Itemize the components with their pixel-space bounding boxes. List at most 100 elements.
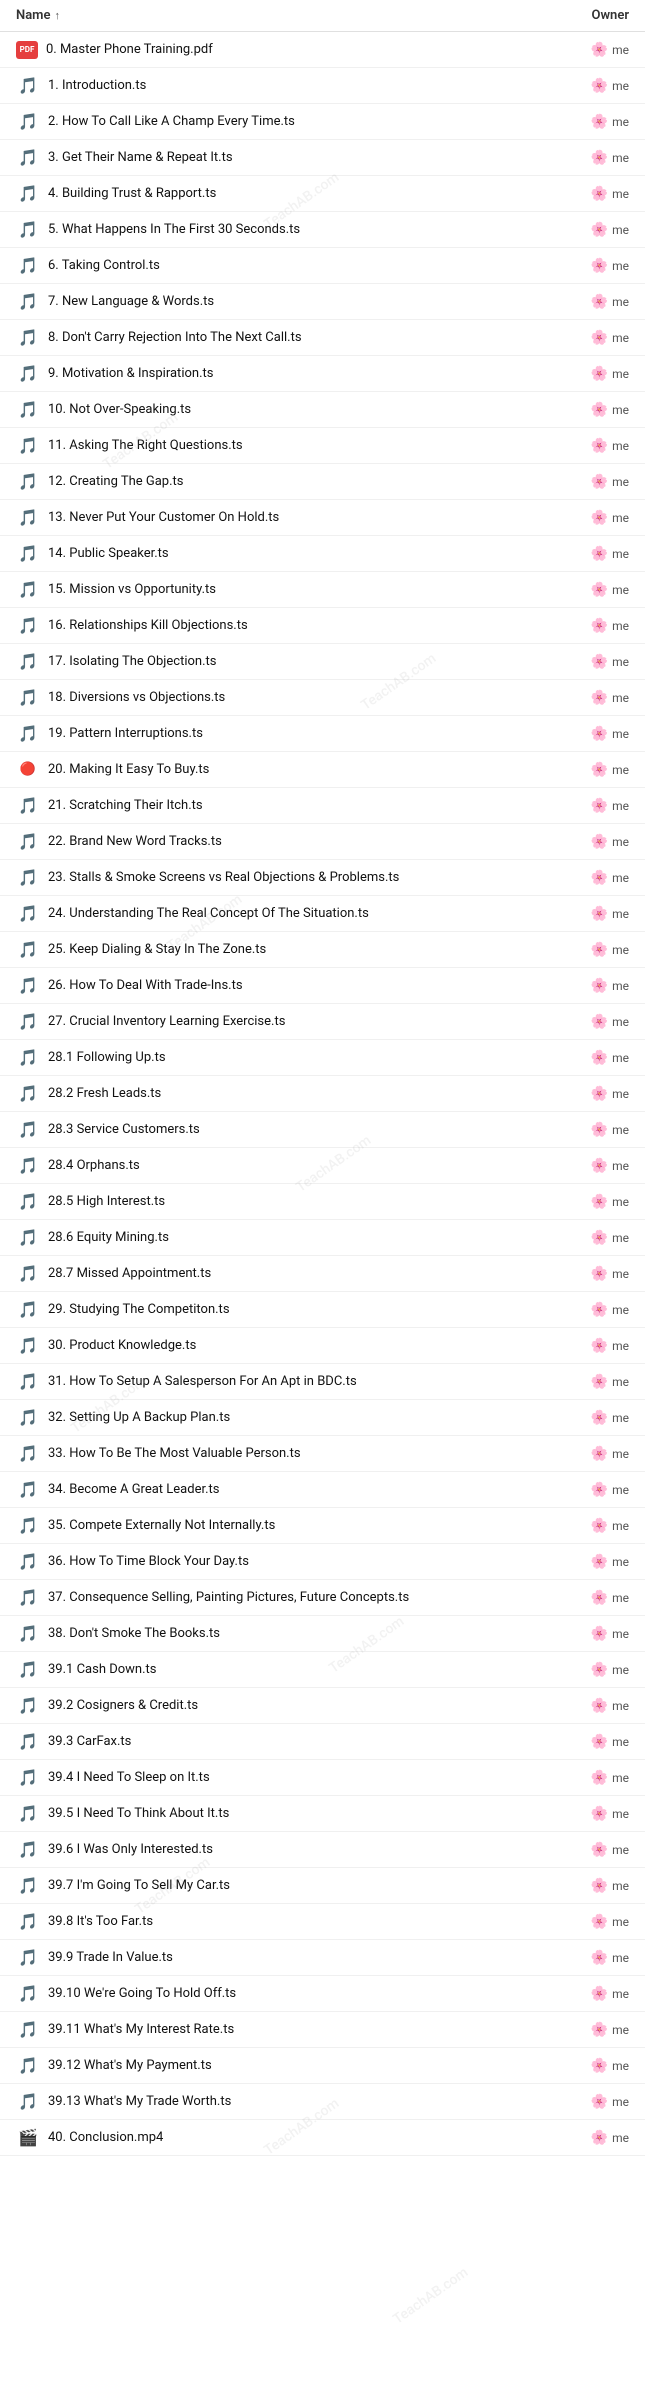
- owner-area: 🌸me: [569, 978, 629, 994]
- table-row[interactable]: 🎵32. Setting Up A Backup Plan.ts🌸me: [0, 1400, 645, 1436]
- table-row[interactable]: 🎵39.4 I Need To Sleep on It.ts🌸me: [0, 1760, 645, 1796]
- table-row[interactable]: 🎵39.13 What's My Trade Worth.ts🌸me: [0, 2084, 645, 2120]
- table-row[interactable]: 🎵13. Never Put Your Customer On Hold.ts🌸…: [0, 500, 645, 536]
- table-row[interactable]: 🎵39.11 What's My Interest Rate.ts🌸me: [0, 2012, 645, 2048]
- table-row[interactable]: 🎵39.8 It's Too Far.ts🌸me: [0, 1904, 645, 1940]
- table-row[interactable]: 🎵12. Creating The Gap.ts🌸me: [0, 464, 645, 500]
- owner-avatar-icon: 🌸: [591, 1950, 608, 1966]
- table-row[interactable]: 🎵18. Diversions vs Objections.ts🌸me: [0, 680, 645, 716]
- table-row[interactable]: 🎵5. What Happens In The First 30 Seconds…: [0, 212, 645, 248]
- table-row[interactable]: 🎵26. How To Deal With Trade-Ins.ts🌸me: [0, 968, 645, 1004]
- table-row[interactable]: 🎵21. Scratching Their Itch.ts🌸me: [0, 788, 645, 824]
- owner-label: me: [612, 1303, 629, 1317]
- file-name: 5. What Happens In The First 30 Seconds.…: [48, 222, 569, 237]
- table-row[interactable]: 🎵39.2 Cosigners & Credit.ts🌸me: [0, 1688, 645, 1724]
- audio-icon: 🎵: [16, 256, 40, 276]
- owner-label: me: [612, 187, 629, 201]
- owner-area: 🌸me: [569, 1050, 629, 1066]
- table-row[interactable]: 🎵37. Consequence Selling, Painting Pictu…: [0, 1580, 645, 1616]
- table-row[interactable]: 🎵24. Understanding The Real Concept Of T…: [0, 896, 645, 932]
- owner-avatar-icon: 🌸: [591, 1770, 608, 1786]
- audio-icon: 🎵: [16, 868, 40, 888]
- table-row[interactable]: 🎵39.6 I Was Only Interested.ts🌸me: [0, 1832, 645, 1868]
- table-row[interactable]: 🎵4. Building Trust & Rapport.ts🌸me: [0, 176, 645, 212]
- owner-label: me: [612, 439, 629, 453]
- table-row[interactable]: 🎬40. Conclusion.mp4🌸me: [0, 2120, 645, 2156]
- table-row[interactable]: 🎵39.10 We're Going To Hold Off.ts🌸me: [0, 1976, 645, 2012]
- table-row[interactable]: 🎵29. Studying The Competiton.ts🌸me: [0, 1292, 645, 1328]
- table-row[interactable]: 🎵19. Pattern Interruptions.ts🌸me: [0, 716, 645, 752]
- table-row[interactable]: PDF0. Master Phone Training.pdf🌸me: [0, 32, 645, 68]
- owner-label: me: [612, 1735, 629, 1749]
- table-row[interactable]: 🎵28.6 Equity Mining.ts🌸me: [0, 1220, 645, 1256]
- table-row[interactable]: 🎵7. New Language & Words.ts🌸me: [0, 284, 645, 320]
- owner-avatar-icon: 🌸: [591, 870, 608, 886]
- table-row[interactable]: 🎵30. Product Knowledge.ts🌸me: [0, 1328, 645, 1364]
- table-row[interactable]: 🎵27. Crucial Inventory Learning Exercise…: [0, 1004, 645, 1040]
- owner-avatar-icon: 🌸: [591, 1554, 608, 1570]
- owner-label: me: [612, 979, 629, 993]
- table-row[interactable]: 🎵34. Become A Great Leader.ts🌸me: [0, 1472, 645, 1508]
- file-name: 39.2 Cosigners & Credit.ts: [48, 1698, 569, 1713]
- table-row[interactable]: 🎵1. Introduction.ts🌸me: [0, 68, 645, 104]
- table-row[interactable]: 🎵31. How To Setup A Salesperson For An A…: [0, 1364, 645, 1400]
- table-row[interactable]: 🎵28.1 Following Up.ts🌸me: [0, 1040, 645, 1076]
- owner-column-label: Owner: [592, 8, 630, 23]
- table-row[interactable]: 🎵33. How To Be The Most Valuable Person.…: [0, 1436, 645, 1472]
- table-row[interactable]: 🎵28.4 Orphans.ts🌸me: [0, 1148, 645, 1184]
- owner-area: 🌸me: [569, 582, 629, 598]
- file-name: 3. Get Their Name & Repeat It.ts: [48, 150, 569, 165]
- owner-area: 🌸me: [569, 906, 629, 922]
- table-row[interactable]: 🎵28.2 Fresh Leads.ts🌸me: [0, 1076, 645, 1112]
- owner-avatar-icon: 🌸: [591, 402, 608, 418]
- owner-area: 🌸me: [569, 834, 629, 850]
- owner-area: 🌸me: [569, 1302, 629, 1318]
- table-row[interactable]: 🎵39.3 CarFax.ts🌸me: [0, 1724, 645, 1760]
- file-name: 34. Become A Great Leader.ts: [48, 1482, 569, 1497]
- table-row[interactable]: 🎵35. Compete Externally Not Internally.t…: [0, 1508, 645, 1544]
- table-row[interactable]: 🎵25. Keep Dialing & Stay In The Zone.ts🌸…: [0, 932, 645, 968]
- table-row[interactable]: 🎵39.5 I Need To Think About It.ts🌸me: [0, 1796, 645, 1832]
- table-row[interactable]: 🎵16. Relationships Kill Objections.ts🌸me: [0, 608, 645, 644]
- table-row[interactable]: 🎵28.3 Service Customers.ts🌸me: [0, 1112, 645, 1148]
- table-row[interactable]: 🎵9. Motivation & Inspiration.ts🌸me: [0, 356, 645, 392]
- sort-ascending-icon[interactable]: ↑: [54, 9, 60, 22]
- table-row[interactable]: 🎵15. Mission vs Opportunity.ts🌸me: [0, 572, 645, 608]
- owner-avatar-icon: 🌸: [591, 1410, 608, 1426]
- table-row[interactable]: 🎵23. Stalls & Smoke Screens vs Real Obje…: [0, 860, 645, 896]
- owner-area: 🌸me: [569, 762, 629, 778]
- table-row[interactable]: 🎵28.5 High Interest.ts🌸me: [0, 1184, 645, 1220]
- owner-avatar-icon: 🌸: [591, 1626, 608, 1642]
- header-name[interactable]: Name ↑: [16, 8, 569, 23]
- table-row[interactable]: 🎵6. Taking Control.ts🌸me: [0, 248, 645, 284]
- audio-icon: 🎵: [16, 364, 40, 384]
- table-row[interactable]: 🎵39.12 What's My Payment.ts🌸me: [0, 2048, 645, 2084]
- name-column-label: Name: [16, 8, 50, 23]
- table-row[interactable]: 🎵17. Isolating The Objection.ts🌸me: [0, 644, 645, 680]
- table-row[interactable]: 🎵14. Public Speaker.ts🌸me: [0, 536, 645, 572]
- table-row[interactable]: 🎵22. Brand New Word Tracks.ts🌸me: [0, 824, 645, 860]
- table-row[interactable]: 🎵38. Don't Smoke The Books.ts🌸me: [0, 1616, 645, 1652]
- table-row[interactable]: 🎵8. Don't Carry Rejection Into The Next …: [0, 320, 645, 356]
- owner-label: me: [612, 727, 629, 741]
- audio-icon: 🎵: [16, 2020, 40, 2040]
- owner-area: 🌸me: [569, 294, 629, 310]
- owner-label: me: [612, 583, 629, 597]
- table-row[interactable]: 🎵39.9 Trade In Value.ts🌸me: [0, 1940, 645, 1976]
- owner-label: me: [612, 1375, 629, 1389]
- owner-label: me: [612, 331, 629, 345]
- table-row[interactable]: 🔴20. Making It Easy To Buy.ts🌸me: [0, 752, 645, 788]
- table-row[interactable]: 🎵10. Not Over-Speaking.ts🌸me: [0, 392, 645, 428]
- owner-avatar-icon: 🌸: [591, 1446, 608, 1462]
- file-name: 38. Don't Smoke The Books.ts: [48, 1626, 569, 1641]
- table-row[interactable]: 🎵3. Get Their Name & Repeat It.ts🌸me: [0, 140, 645, 176]
- file-name: 28.7 Missed Appointment.ts: [48, 1266, 569, 1281]
- table-row[interactable]: 🎵2. How To Call Like A Champ Every Time.…: [0, 104, 645, 140]
- owner-avatar-icon: 🌸: [591, 2058, 608, 2074]
- table-row[interactable]: 🎵39.7 I'm Going To Sell My Car.ts🌸me: [0, 1868, 645, 1904]
- table-row[interactable]: 🎵28.7 Missed Appointment.ts🌸me: [0, 1256, 645, 1292]
- file-name: 28.5 High Interest.ts: [48, 1194, 569, 1209]
- table-row[interactable]: 🎵36. How To Time Block Your Day.ts🌸me: [0, 1544, 645, 1580]
- table-row[interactable]: 🎵39.1 Cash Down.ts🌸me: [0, 1652, 645, 1688]
- table-row[interactable]: 🎵11. Asking The Right Questions.ts🌸me: [0, 428, 645, 464]
